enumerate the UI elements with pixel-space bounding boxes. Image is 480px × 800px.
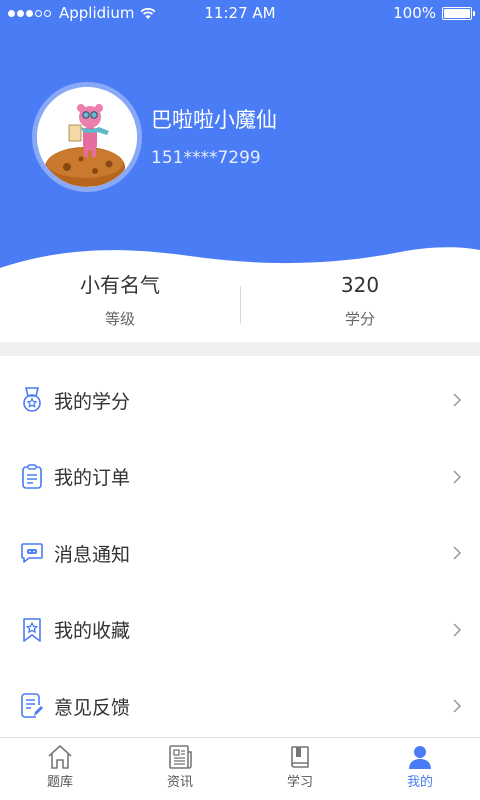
tab-study[interactable]: 学习	[240, 738, 360, 800]
level-stat[interactable]: 小有名气 等级	[0, 262, 240, 330]
home-icon	[48, 745, 72, 769]
menu-item-label: 我的收藏	[54, 620, 131, 643]
bottom-tab-bar: 题库 资讯 学习 我的	[0, 737, 480, 800]
tab-question-bank[interactable]: 题库	[0, 738, 120, 800]
user-stats: 小有名气 等级 320 学分	[0, 262, 480, 342]
tab-label: 我的	[406, 775, 433, 790]
user-icon	[409, 746, 431, 769]
chevron-right-icon	[453, 470, 462, 484]
phone-number: 151****7299	[151, 148, 261, 168]
profile-header: Applidium 11:27 AM 100% 巴啦啦小魔仙 151****72…	[0, 0, 480, 270]
tab-label: 资讯	[166, 775, 193, 790]
menu-item-label: 意见反馈	[54, 696, 131, 719]
avatar[interactable]	[32, 82, 142, 192]
tab-mine[interactable]: 我的	[360, 738, 480, 800]
menu-item-feedback[interactable]: 意见反馈	[0, 668, 480, 745]
level-value: 小有名气	[80, 273, 160, 297]
username[interactable]: 巴啦啦小魔仙	[151, 106, 277, 134]
level-label: 等级	[104, 310, 135, 328]
chevron-right-icon	[453, 393, 462, 407]
menu-list: 我的学分 我的订单 消息通知 我的收藏 意见反馈	[0, 362, 480, 745]
menu-item-favorites[interactable]: 我的收藏	[0, 592, 480, 669]
chevron-right-icon	[453, 546, 462, 560]
menu-item-label: 我的学分	[54, 390, 131, 413]
points-label: 学分	[344, 310, 375, 328]
points-value: 320	[340, 273, 380, 297]
menu-item-credits[interactable]: 我的学分	[0, 362, 480, 439]
tab-news[interactable]: 资讯	[120, 738, 240, 800]
tab-label: 学习	[286, 775, 313, 790]
message-icon	[20, 540, 44, 566]
chevron-right-icon	[453, 623, 462, 637]
avatar-illustration	[37, 87, 137, 187]
bookmark-star-icon	[20, 617, 44, 643]
medal-icon	[20, 387, 44, 413]
points-stat[interactable]: 320 学分	[240, 262, 480, 330]
status-bar: Applidium 11:27 AM 100%	[0, 0, 480, 26]
chevron-right-icon	[453, 699, 462, 713]
menu-item-orders[interactable]: 我的订单	[0, 439, 480, 516]
clipboard-icon	[20, 464, 44, 490]
avatar-image	[37, 87, 137, 187]
menu-item-label: 消息通知	[54, 543, 131, 566]
menu-item-notifications[interactable]: 消息通知	[0, 515, 480, 592]
section-divider	[0, 342, 480, 356]
newspaper-icon	[169, 745, 192, 769]
tab-label: 题库	[46, 775, 73, 790]
menu-item-label: 我的订单	[54, 467, 131, 490]
battery-icon	[442, 6, 475, 20]
feedback-edit-icon	[20, 693, 44, 719]
profile-screen: Applidium 11:27 AM 100% 巴啦啦小魔仙 151****72…	[0, 0, 480, 800]
battery-percent: 100%	[393, 4, 436, 22]
book-icon	[291, 746, 309, 768]
